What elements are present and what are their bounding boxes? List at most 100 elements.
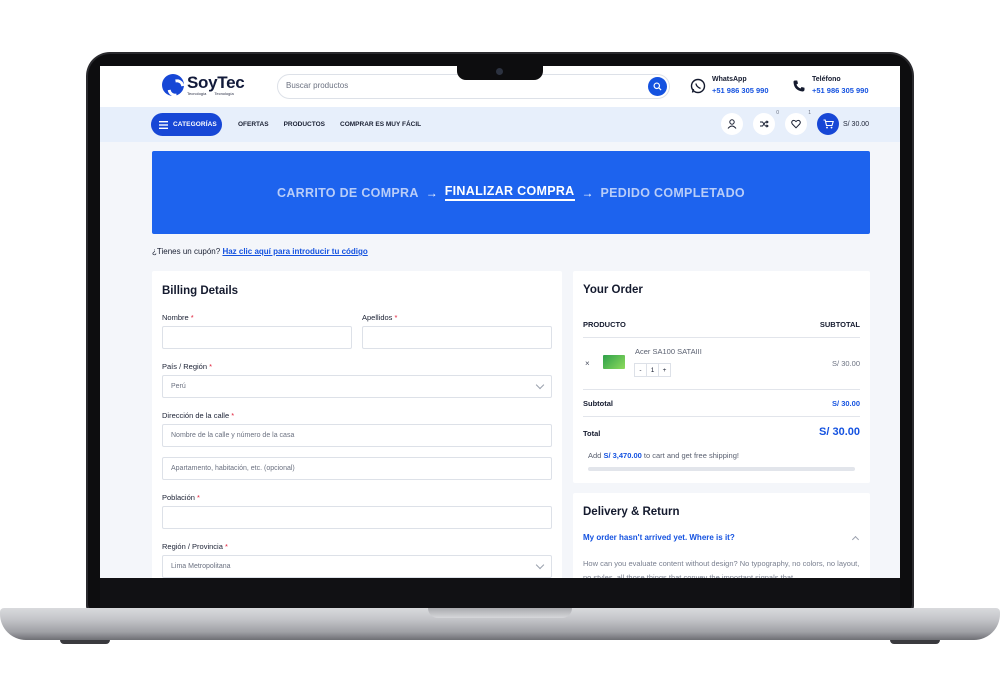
- remove-item-icon[interactable]: ×: [585, 359, 590, 368]
- delivery-return-card: Delivery & Return My order hasn't arrive…: [573, 493, 870, 578]
- first-name-label: Nombre *: [162, 313, 194, 322]
- street-label: Dirección de la calle *: [162, 411, 234, 420]
- step-complete: PEDIDO COMPLETADO: [600, 185, 745, 200]
- search-button[interactable]: [648, 77, 667, 96]
- required-mark: *: [209, 362, 213, 371]
- nav-link-productos[interactable]: PRODUCTOS: [284, 121, 325, 128]
- nav-links: OFERTAS PRODUCTOS COMPRAR ES MUY FÁCIL: [238, 121, 421, 128]
- chevron-up-icon[interactable]: [851, 535, 860, 544]
- categories-label: CATEGORÍAS: [173, 121, 217, 128]
- phone-contact[interactable]: Teléfono +51 986 305 990: [792, 75, 869, 96]
- laptop-opening-groove: [428, 608, 572, 618]
- street-input[interactable]: Nombre de la calle y número de la casa: [162, 424, 552, 447]
- shipping-post-text: to cart and get free shipping!: [643, 451, 739, 460]
- product-price: S/ 30.00: [832, 359, 860, 368]
- product-thumbnail[interactable]: [603, 355, 625, 369]
- step-cart[interactable]: CARRITO DE COMPRA: [277, 186, 419, 200]
- whatsapp-contact[interactable]: WhatsApp +51 986 305 990: [690, 75, 769, 96]
- quantity-increase-button[interactable]: +: [658, 363, 671, 377]
- subtotal-label: Subtotal: [583, 399, 613, 408]
- your-order-card: Your Order PRODUCTO SUBTOTAL × Acer SA10…: [573, 271, 870, 483]
- region-select[interactable]: Lima Metropolitana: [162, 555, 552, 578]
- shipping-pre-text: Add: [588, 451, 602, 460]
- shuffle-icon: [760, 120, 769, 128]
- logo-name: SoyTec: [187, 72, 245, 92]
- required-mark: *: [394, 313, 398, 322]
- city-label: Población *: [162, 493, 200, 502]
- col-subtotal-header: SUBTOTAL: [819, 320, 860, 329]
- nav-link-ofertas[interactable]: OFERTAS: [238, 121, 269, 128]
- last-name-input[interactable]: [362, 326, 552, 349]
- wishlist-button[interactable]: 1: [785, 110, 811, 135]
- quantity-stepper: - 1 +: [634, 363, 671, 377]
- phone-label: Teléfono: [812, 76, 841, 83]
- whatsapp-icon: [690, 78, 706, 93]
- screen: SoyTec Tecnología Tecnología WhatsApp +5…: [100, 66, 900, 578]
- first-name-input[interactable]: [162, 326, 352, 349]
- city-label-text: Población: [162, 493, 195, 502]
- laptop-foot: [890, 640, 940, 644]
- street-placeholder: Nombre de la calle y número de la casa: [171, 432, 295, 439]
- shipping-progress-bar: [588, 467, 855, 471]
- country-select[interactable]: Perú: [162, 375, 552, 398]
- search-input[interactable]: [286, 81, 586, 90]
- cart-button[interactable]: [817, 113, 839, 135]
- search-icon: [653, 82, 662, 91]
- whatsapp-label: WhatsApp: [712, 76, 747, 83]
- heart-icon: [791, 119, 801, 129]
- faq-question[interactable]: My order hasn't arrived yet. Where is it…: [583, 533, 735, 542]
- account-button[interactable]: [721, 113, 743, 135]
- product-name[interactable]: Acer SA100 SATAIII: [635, 347, 702, 356]
- cart-icon: [823, 119, 834, 129]
- last-name-label: Apellidos *: [362, 313, 397, 322]
- site-logo[interactable]: SoyTec Tecnología Tecnología: [162, 72, 245, 96]
- divider: [583, 337, 860, 338]
- cart-total[interactable]: S/ 30.00: [843, 121, 869, 128]
- street-label-text: Dirección de la calle: [162, 411, 230, 420]
- required-mark: *: [231, 411, 235, 420]
- step-arrow-icon: →: [425, 185, 438, 200]
- nav-link-comprar[interactable]: COMPRAR ES MUY FÁCIL: [340, 121, 421, 128]
- wishlist-count: 1: [808, 110, 811, 116]
- billing-title: Billing Details: [162, 285, 239, 297]
- nav-bar: CATEGORÍAS OFERTAS PRODUCTOS COMPRAR ES …: [100, 107, 900, 142]
- street2-placeholder: Apartamento, habitación, etc. (opcional): [171, 465, 295, 472]
- subtotal-value: S/ 30.00: [832, 399, 860, 408]
- street2-input[interactable]: Apartamento, habitación, etc. (opcional): [162, 457, 552, 480]
- divider: [583, 416, 860, 417]
- logo-tagline-right: Tecnología: [214, 90, 234, 96]
- required-mark: *: [224, 542, 228, 551]
- step-checkout[interactable]: FINALIZAR COMPRA: [444, 184, 575, 201]
- compare-count: 0: [776, 110, 779, 116]
- shipping-amount: S/ 3,470.00: [603, 451, 642, 460]
- laptop-bezel: [100, 578, 900, 608]
- logo-tagline-left: Tecnología: [187, 90, 207, 96]
- menu-icon: [159, 120, 168, 129]
- free-shipping-note: Add S/ 3,470.00 to cart and get free shi…: [588, 451, 739, 460]
- total-label: Total: [583, 429, 601, 438]
- coupon-link[interactable]: Haz clic aquí para introducir tu código: [222, 247, 367, 256]
- divider: [583, 389, 860, 390]
- checkout-steps-banner: CARRITO DE COMPRA → FINALIZAR COMPRA → P…: [152, 151, 870, 234]
- billing-details-card: Billing Details Nombre * Apellidos * Paí…: [152, 271, 562, 578]
- order-title: Your Order: [583, 284, 643, 296]
- chevron-down-icon: [535, 560, 545, 570]
- last-name-label-text: Apellidos: [362, 313, 393, 322]
- region-label-text: Región / Provincia: [162, 542, 223, 551]
- compare-button[interactable]: 0: [753, 110, 779, 135]
- nav-icons: 0 1 S/ 30.00: [721, 110, 869, 135]
- laptop-foot: [60, 640, 110, 644]
- categories-button[interactable]: CATEGORÍAS: [151, 113, 222, 136]
- chevron-down-icon: [535, 380, 545, 390]
- required-mark: *: [197, 493, 200, 502]
- whatsapp-number: +51 986 305 990: [712, 86, 769, 95]
- delivery-title: Delivery & Return: [583, 506, 680, 518]
- user-icon: [727, 119, 737, 129]
- logo-icon: [162, 74, 184, 96]
- country-value: Perú: [171, 383, 186, 390]
- faq-answer: How can you evaluate content without des…: [583, 559, 860, 578]
- country-label: País / Región *: [162, 362, 212, 371]
- step-arrow-icon: →: [581, 185, 594, 200]
- city-input[interactable]: [162, 506, 552, 529]
- country-label-text: País / Región: [162, 362, 208, 371]
